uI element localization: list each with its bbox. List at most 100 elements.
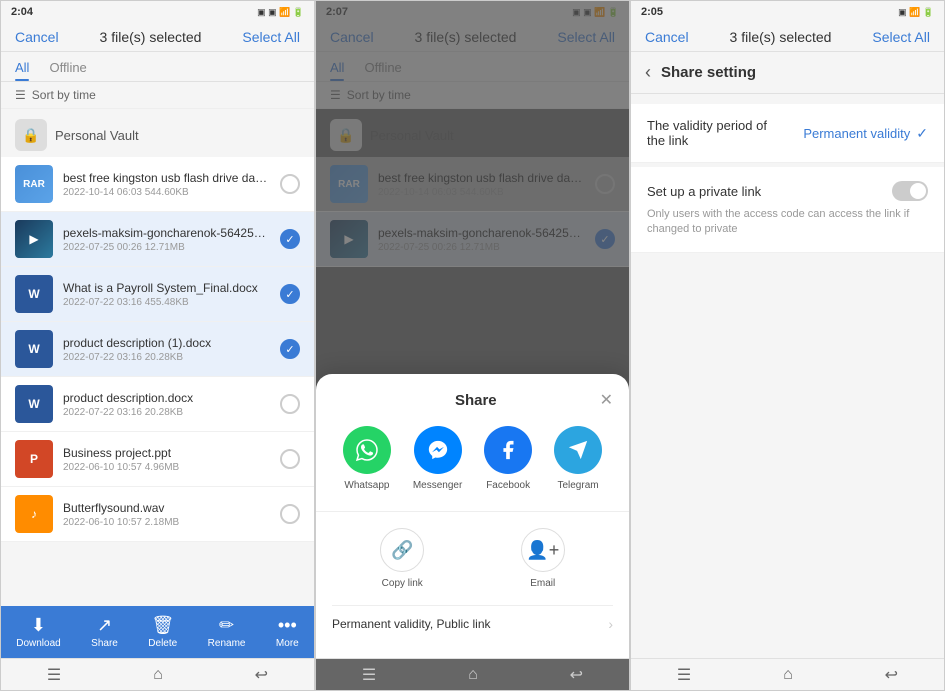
- file-item-docx2[interactable]: W product description (1).docx 2022-07-2…: [1, 322, 314, 377]
- file-info-docx2: product description (1).docx 2022-07-22 …: [63, 336, 270, 363]
- file-name-mp4: pexels-maksim-goncharenok-5642523.mp4: [63, 226, 270, 240]
- file-check-rar[interactable]: [280, 174, 300, 194]
- back-nav-icon[interactable]: ↩: [255, 665, 268, 685]
- menu-nav-icon-2[interactable]: ☰: [362, 665, 376, 685]
- back-nav-icon-2[interactable]: ↩: [570, 665, 583, 685]
- back-nav-icon-3[interactable]: ↩: [885, 665, 898, 685]
- file-name-wav: Butterflysound.wav: [63, 501, 270, 515]
- home-nav-icon[interactable]: ⌂: [153, 666, 163, 684]
- validity-checkmark: ✓: [916, 125, 928, 142]
- docx2-thumb: W: [15, 330, 53, 368]
- share-facebook[interactable]: Facebook: [484, 426, 532, 491]
- share-settings-panel: The validity period of the link Permanen…: [631, 94, 944, 690]
- share-link-row[interactable]: Permanent validity, Public link ›: [332, 605, 613, 642]
- file-info-ppt: Business project.ppt 2022-06-10 10:57 4.…: [63, 446, 270, 473]
- file-item-rar[interactable]: RAR best free kingston usb flash drive d…: [1, 157, 314, 212]
- file-item-ppt[interactable]: P Business project.ppt 2022-06-10 10:57 …: [1, 432, 314, 487]
- screen-3: 2:05 ▣ 📶 🔋 Cancel 3 file(s) selected Sel…: [630, 0, 945, 691]
- rename-icon: ✏: [219, 615, 234, 636]
- file-info-rar: best free kingston usb flash drive data …: [63, 171, 270, 198]
- private-link-setting: Set up a private link Only users with th…: [631, 167, 944, 253]
- file-name-ppt: Business project.ppt: [63, 446, 270, 460]
- file-check-docx3[interactable]: [280, 394, 300, 414]
- file-check-wav[interactable]: [280, 504, 300, 524]
- vault-label-1: Personal Vault: [55, 128, 139, 143]
- download-button[interactable]: ⬇ Download: [16, 615, 60, 649]
- messenger-icon: [414, 426, 462, 474]
- video-thumb: ▶: [15, 220, 53, 258]
- time-3: 2:05: [641, 6, 663, 18]
- file-meta-mp4: 2022-07-25 00:26 12.71MB: [63, 242, 270, 253]
- email-action[interactable]: 👤+ Email: [521, 528, 565, 589]
- share-icon: ↗: [97, 615, 112, 636]
- file-name-docx3: product description.docx: [63, 391, 270, 405]
- copy-link-action[interactable]: 🔗 Copy link: [380, 528, 424, 589]
- tab-all-1[interactable]: All: [15, 52, 29, 81]
- share-modal-header: Share ✕: [332, 390, 613, 410]
- share-messenger[interactable]: Messenger: [413, 426, 462, 491]
- status-bar-3: 2:05 ▣ 📶 🔋: [631, 1, 944, 23]
- rename-button[interactable]: ✏ Rename: [208, 615, 246, 649]
- more-button[interactable]: ••• More: [276, 615, 299, 649]
- delete-button[interactable]: 🗑 Delete: [148, 615, 177, 649]
- settings-header: ‹ Share setting: [631, 52, 944, 94]
- file-name-docx1: What is a Payroll System_Final.docx: [63, 281, 270, 295]
- sort-bar-1: ☰ Sort by time: [1, 82, 314, 109]
- screen-1: 2:04 ▣ ▣ 📶 🔋 Cancel 3 file(s) selected S…: [0, 0, 315, 691]
- menu-nav-icon-3[interactable]: ☰: [677, 665, 691, 685]
- selected-count-3: 3 file(s) selected: [730, 29, 832, 45]
- rar-thumb: RAR: [15, 165, 53, 203]
- chevron-right-icon: ›: [608, 616, 613, 632]
- select-all-button-1[interactable]: Select All: [242, 29, 300, 45]
- share-whatsapp[interactable]: Whatsapp: [343, 426, 391, 491]
- file-list-1: 🔒 Personal Vault RAR best free kingston …: [1, 109, 314, 606]
- file-check-ppt[interactable]: [280, 449, 300, 469]
- back-button[interactable]: ‹: [645, 62, 651, 83]
- messenger-label: Messenger: [413, 480, 462, 491]
- sort-label-1[interactable]: Sort by time: [32, 88, 96, 102]
- whatsapp-icon: [343, 426, 391, 474]
- file-meta-rar: 2022-10-14 06:03 544.60KB: [63, 187, 270, 198]
- share-link-text: Permanent validity, Public link: [332, 617, 491, 631]
- settings-title: Share setting: [661, 64, 756, 81]
- private-link-toggle[interactable]: [892, 181, 928, 201]
- file-item-mp4[interactable]: ▶ pexels-maksim-goncharenok-5642523.mp4 …: [1, 212, 314, 267]
- file-meta-docx1: 2022-07-22 03:16 455.48KB: [63, 297, 270, 308]
- select-all-button-3[interactable]: Select All: [872, 29, 930, 45]
- more-label: More: [276, 638, 299, 649]
- share-telegram[interactable]: Telegram: [554, 426, 602, 491]
- file-item-wav[interactable]: ♪ Butterflysound.wav 2022-06-10 10:57 2.…: [1, 487, 314, 542]
- tabs-1: All Offline: [1, 52, 314, 82]
- private-link-label: Set up a private link: [647, 184, 761, 199]
- cancel-button-1[interactable]: Cancel: [15, 29, 59, 45]
- file-check-docx2[interactable]: ✓: [280, 339, 300, 359]
- file-check-mp4[interactable]: ✓: [280, 229, 300, 249]
- delete-icon: 🗑: [151, 615, 174, 636]
- tab-offline-1[interactable]: Offline: [49, 52, 86, 81]
- menu-nav-icon[interactable]: ☰: [47, 665, 61, 685]
- download-label: Download: [16, 638, 60, 649]
- share-button[interactable]: ↗ Share: [91, 615, 118, 649]
- share-actions: 🔗 Copy link 👤+ Email: [332, 528, 613, 589]
- close-share-button[interactable]: ✕: [600, 390, 613, 410]
- more-icon: •••: [278, 615, 297, 636]
- validity-label: The validity period of the link: [647, 118, 787, 148]
- home-nav-icon-3[interactable]: ⌂: [783, 666, 793, 684]
- file-item-docx1[interactable]: W What is a Payroll System_Final.docx 20…: [1, 267, 314, 322]
- file-item-docx3[interactable]: W product description.docx 2022-07-22 03…: [1, 377, 314, 432]
- personal-vault-section-1: 🔒 Personal Vault: [1, 109, 314, 157]
- share-label: Share: [91, 638, 118, 649]
- file-check-docx1[interactable]: ✓: [280, 284, 300, 304]
- cancel-button-3[interactable]: Cancel: [645, 29, 689, 45]
- file-info-mp4: pexels-maksim-goncharenok-5642523.mp4 20…: [63, 226, 270, 253]
- action-bar-3: Cancel 3 file(s) selected Select All: [631, 23, 944, 52]
- docx1-thumb: W: [15, 275, 53, 313]
- delete-label: Delete: [148, 638, 177, 649]
- screen-2: 2:07 ▣ ▣ 📶 🔋 Cancel 3 file(s) selected S…: [315, 0, 630, 691]
- whatsapp-label: Whatsapp: [344, 480, 389, 491]
- validity-value: Permanent validity ✓: [803, 125, 928, 142]
- email-icon: 👤+: [521, 528, 565, 572]
- validity-setting[interactable]: The validity period of the link Permanen…: [631, 104, 944, 163]
- home-nav-icon-2[interactable]: ⌂: [468, 666, 478, 684]
- file-meta-docx2: 2022-07-22 03:16 20.28KB: [63, 352, 270, 363]
